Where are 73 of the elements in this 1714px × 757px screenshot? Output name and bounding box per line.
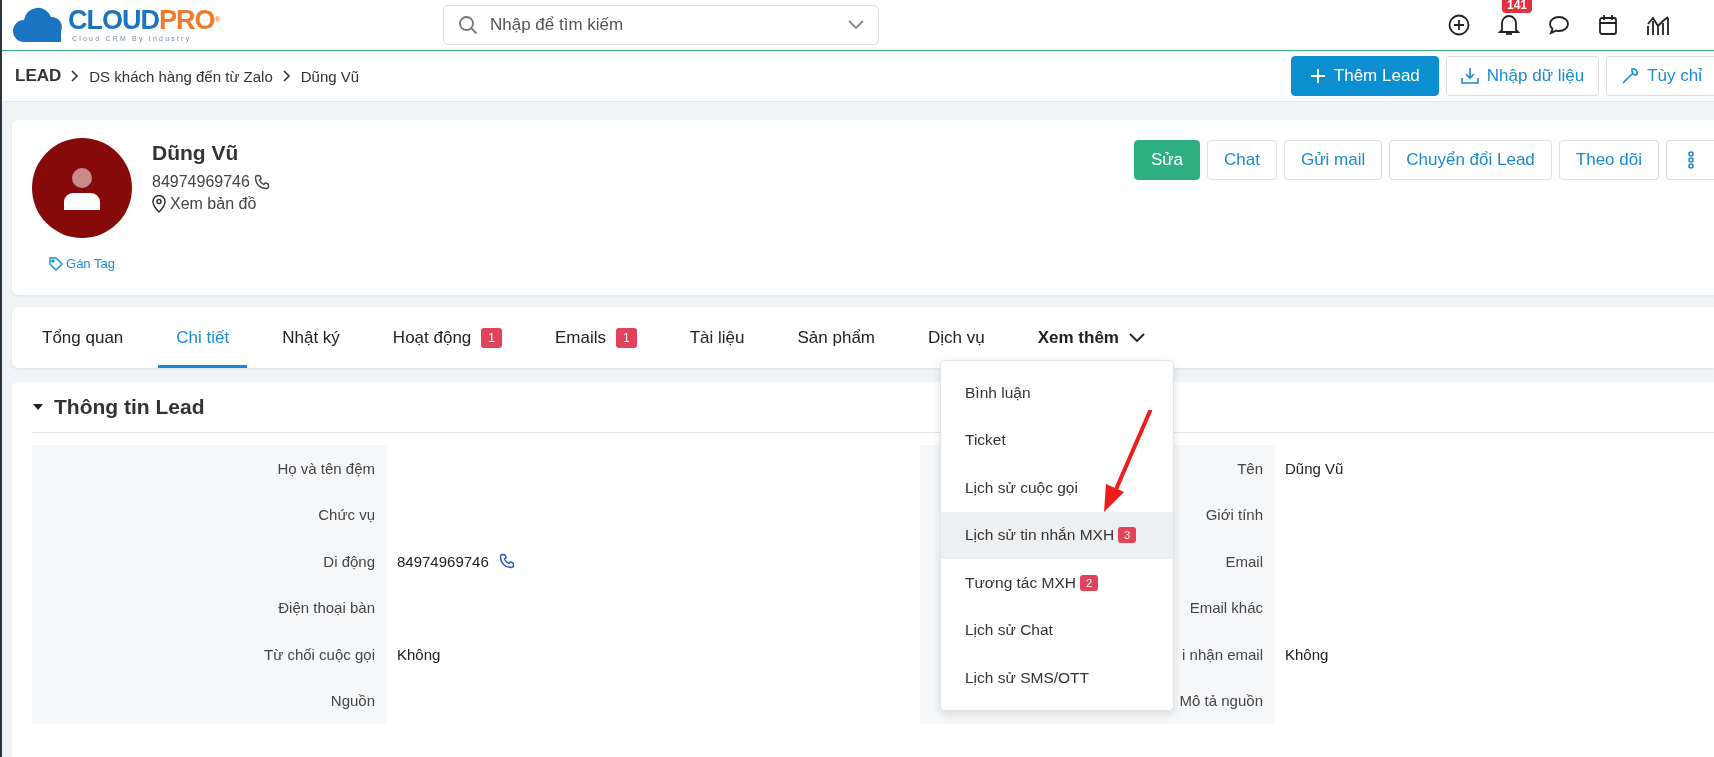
add-tag-link[interactable]: Gán Tag — [49, 256, 115, 271]
action-button[interactable]: Gửi mail — [1284, 140, 1383, 180]
more-button[interactable] — [1666, 140, 1714, 180]
tab[interactable]: Dịch vụ — [910, 307, 1003, 368]
field-label: Di động — [323, 552, 375, 570]
map-link[interactable]: Xem bản đồ — [170, 195, 257, 213]
count-badge: 3 — [1118, 527, 1137, 544]
menu-item[interactable]: Lịch sử Chat — [941, 606, 1173, 654]
breadcrumb-item[interactable]: LEAD — [15, 66, 62, 86]
chevron-right-icon — [71, 70, 80, 82]
add-lead-button[interactable]: Thêm Lead — [1290, 56, 1439, 96]
map-pin-icon — [152, 195, 166, 213]
chevron-down-icon — [1128, 332, 1145, 343]
search-bar[interactable]: Nhập để tìm kiếm — [443, 5, 879, 45]
field-label: Email — [1225, 552, 1263, 570]
phone-icon[interactable] — [253, 174, 270, 190]
section-title: Thông tin Lead — [54, 395, 205, 419]
chevron-down-icon — [848, 20, 864, 30]
field-value: Không — [397, 645, 441, 663]
tab[interactable]: Hoạt động 1 — [374, 307, 520, 368]
menu-item[interactable]: Bình luận — [941, 369, 1173, 417]
more-options-icon — [1686, 150, 1695, 170]
action-button[interactable]: Chat — [1207, 140, 1277, 180]
field-label: Điện thoại bàn — [278, 599, 375, 617]
search-field[interactable]: Nhập để tìm kiếm — [488, 14, 838, 36]
field-label: Tên — [1237, 459, 1263, 477]
field-value: 84974969746 — [397, 552, 489, 570]
field-label: Từ chối cuộc gọi — [264, 645, 375, 663]
count-badge: 1 — [481, 327, 502, 348]
tab[interactable]: Sản phẩm — [779, 307, 893, 368]
tab[interactable]: Nhật ký — [264, 307, 358, 368]
menu-item[interactable]: Ticket — [941, 416, 1173, 464]
menu-item[interactable]: Lịch sử tin nhắn MXH 3 — [941, 511, 1173, 559]
import-button[interactable]: Nhập dữ liệu — [1445, 56, 1600, 96]
field-label: Họ và tên đệm — [277, 459, 375, 477]
logo-text: CLOUDPRO$^{®}$ — [68, 7, 220, 33]
customize-button[interactable]: Tùy chỉ — [1606, 56, 1714, 96]
field-label: Chức vụ — [318, 506, 375, 524]
field-label: Giới tính — [1205, 506, 1263, 524]
notification-badge: 141 — [1502, 0, 1533, 13]
download-icon — [1460, 67, 1479, 85]
chat-icon[interactable] — [1548, 15, 1570, 35]
add-icon[interactable] — [1448, 14, 1470, 36]
plus-icon — [1309, 68, 1326, 84]
calendar-icon[interactable] — [1598, 14, 1618, 36]
call-icon[interactable] — [498, 553, 515, 570]
lead-name: Dũng Vũ — [152, 141, 240, 165]
tab[interactable]: Tài liệu — [671, 307, 763, 368]
field-label: Mô tả nguồn — [1179, 692, 1263, 710]
menu-item[interactable]: Lịch sử SMS/OTT — [941, 654, 1173, 702]
count-badge: 1 — [616, 327, 637, 348]
action-button[interactable]: Chuyển đổi Lead — [1389, 140, 1552, 180]
tab[interactable]: Xem thêm — [1019, 307, 1163, 368]
tab[interactable]: Chi tiết — [158, 307, 248, 368]
action-button[interactable]: Theo dõi — [1558, 140, 1659, 180]
field-label: i nhận email — [1182, 645, 1263, 663]
chart-icon[interactable] — [1646, 14, 1670, 36]
tab[interactable]: Tổng quan — [24, 307, 142, 368]
field-label: Email khác — [1189, 599, 1263, 617]
breadcrumb-item[interactable]: DS khách hàng đến từ Zalo — [89, 67, 273, 85]
field-label: Nguồn — [330, 692, 375, 710]
search-icon — [458, 15, 478, 35]
chevron-right-icon — [282, 70, 291, 82]
menu-item[interactable]: Tương tác MXH 2 — [941, 559, 1173, 607]
count-badge: 2 — [1080, 574, 1099, 591]
bell-icon[interactable] — [1498, 13, 1520, 37]
menu-item[interactable]: Lịch sử cuộc gọi — [941, 464, 1173, 512]
field-value: Không — [1285, 645, 1329, 663]
field-value: Dũng Vũ — [1285, 459, 1344, 477]
phone-number: 84974969746 — [152, 173, 250, 191]
breadcrumb-item[interactable]: Dũng Vũ — [300, 67, 360, 85]
tab[interactable]: Emails 1 — [537, 307, 655, 368]
tag-icon — [49, 256, 64, 271]
